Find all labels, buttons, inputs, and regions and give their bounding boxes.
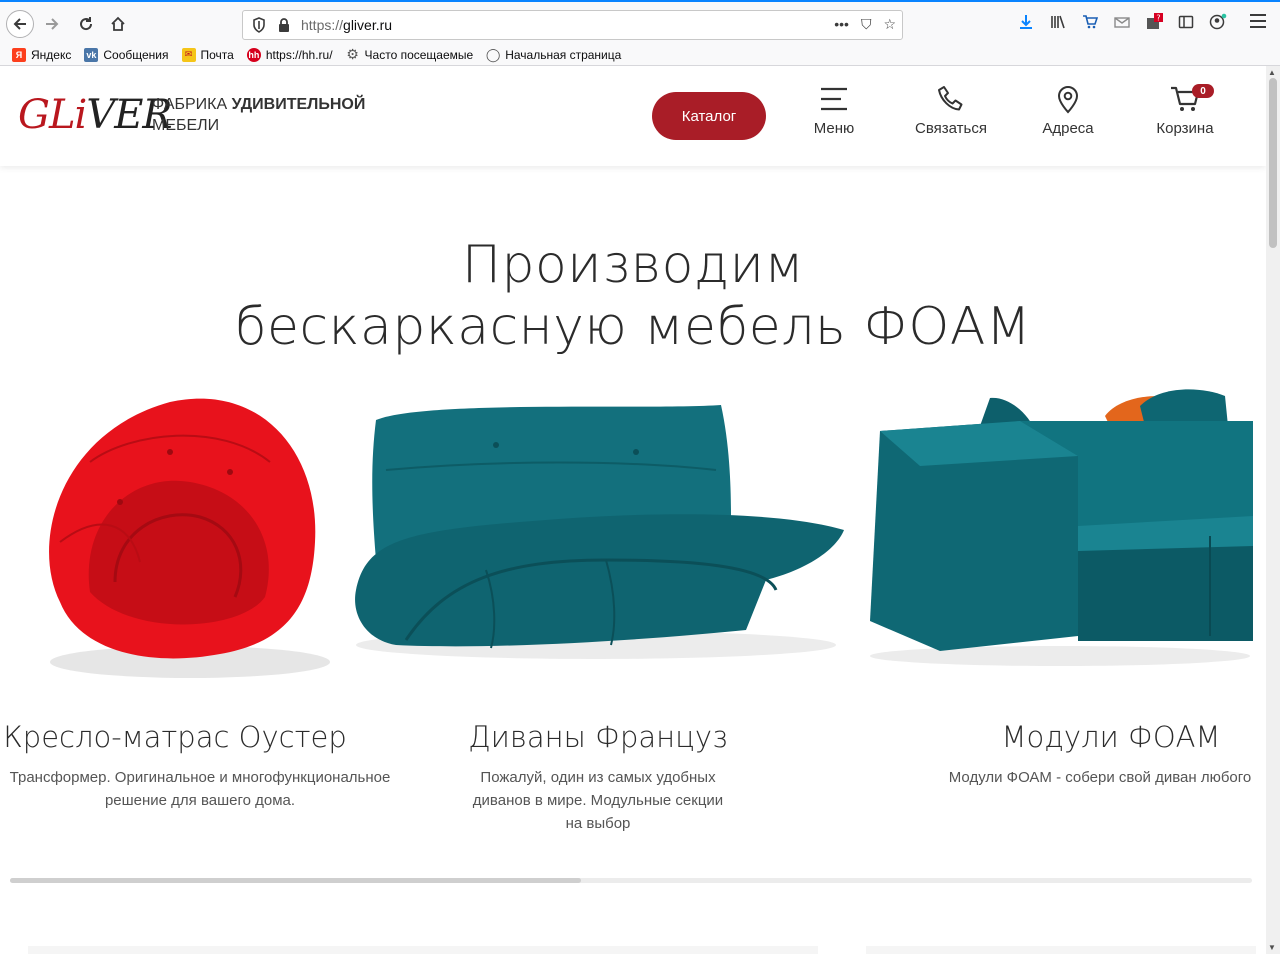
- nav-menu[interactable]: Меню: [789, 84, 879, 137]
- shopping-cart-icon[interactable]: [1080, 12, 1100, 32]
- url-text[interactable]: https://gliver.ru: [301, 17, 392, 33]
- bookmark-vk[interactable]: vk Сообщения: [84, 47, 169, 62]
- home-button[interactable]: [104, 10, 132, 38]
- back-button[interactable]: [6, 10, 34, 38]
- bookmark-mail[interactable]: ✉ Почта: [181, 47, 234, 62]
- card-desc-sofa: Пожалуй, один из самых удобных диванов в…: [472, 769, 724, 832]
- scroll-down-arrow-icon[interactable]: ▼: [1268, 943, 1276, 952]
- gliver-logo[interactable]: GLiVER: [18, 92, 173, 138]
- home-icon: [111, 16, 125, 31]
- reader-sidebar-icon[interactable]: [1176, 12, 1196, 32]
- bookmark-start-page[interactable]: ◯ Начальная страница: [485, 46, 621, 62]
- app-menu-icon[interactable]: [1250, 14, 1266, 32]
- reload-icon: [80, 17, 93, 31]
- bookmark-star-icon[interactable]: ☆: [883, 16, 896, 33]
- carousel-scrollbar[interactable]: [10, 878, 1252, 883]
- reload-button[interactable]: [72, 10, 100, 38]
- card-title-modules[interactable]: Модули ФОАМ: [936, 720, 1266, 754]
- arrow-left-icon: [13, 18, 26, 30]
- location-icon: [1057, 86, 1079, 114]
- yandex-icon: Я: [12, 47, 26, 62]
- bookmark-hh[interactable]: hh https://hh.ru/: [246, 47, 333, 62]
- next-section-card: [866, 946, 1256, 954]
- card-desc-chair: Трансформер. Оригинальное и многофункцио…: [9, 769, 391, 809]
- library-icon[interactable]: [1048, 12, 1068, 32]
- page-viewport: GLiVER Фабрика удивительной мебели Катал…: [0, 66, 1266, 954]
- red-chair-image[interactable]: [20, 392, 340, 692]
- browser-toolbar: https://gliver.ru ••• ⛉ ☆ ?: [0, 0, 1280, 44]
- mail-icon: ✉: [181, 47, 196, 62]
- card-title-chair[interactable]: Кресло-матрас Оустер: [0, 720, 350, 754]
- account-icon[interactable]: [1208, 12, 1228, 32]
- card-title-sofa[interactable]: Диваны Француз: [423, 720, 773, 754]
- page-scrollbar-thumb[interactable]: [1269, 78, 1277, 248]
- page-actions-icon[interactable]: •••: [834, 16, 849, 33]
- svg-text:?: ?: [1156, 14, 1160, 23]
- site-header: GLiVER Фабрика удивительной мебели Катал…: [0, 66, 1266, 166]
- hh-icon: hh: [246, 47, 261, 62]
- download-icon[interactable]: [1016, 12, 1036, 32]
- arrow-right-icon: [46, 18, 59, 30]
- menu-icon: [821, 87, 847, 111]
- tagline: Фабрика удивительной мебели: [152, 96, 366, 134]
- scroll-up-arrow-icon[interactable]: ▲: [1268, 68, 1276, 77]
- phone-icon: [938, 86, 963, 111]
- bookmark-most-visited[interactable]: ⚙ Часто посещаемые: [346, 46, 473, 62]
- tracking-shield-icon[interactable]: [252, 17, 266, 33]
- extension-icon[interactable]: ?: [1144, 12, 1164, 32]
- vk-icon: vk: [84, 47, 99, 62]
- carousel-scrollbar-thumb[interactable]: [10, 878, 581, 883]
- nav-contact[interactable]: Связаться: [906, 84, 996, 137]
- envelope-icon[interactable]: [1112, 12, 1132, 32]
- lock-icon[interactable]: [277, 17, 291, 33]
- address-bar[interactable]: https://gliver.ru ••• ⛉ ☆: [242, 10, 903, 40]
- teal-module-sofa-image[interactable]: [860, 376, 1253, 666]
- bookmark-yandex[interactable]: Я Яндекс: [12, 47, 71, 62]
- pocket-icon[interactable]: ⛉: [861, 16, 872, 33]
- forward-button[interactable]: [38, 10, 66, 38]
- globe-icon: ◯: [485, 46, 501, 62]
- cart-count-badge: 0: [1192, 84, 1214, 98]
- gear-icon: ⚙: [346, 46, 359, 62]
- card-desc-modules: Модули ФОАМ - собери свой диван любого: [948, 769, 1252, 786]
- page-scrollbar[interactable]: ▲ ▼: [1266, 66, 1280, 954]
- teal-sofa-image[interactable]: [346, 400, 846, 660]
- nav-addresses[interactable]: Адреса: [1023, 84, 1113, 137]
- bookmarks-bar: Я Яндекс vk Сообщения ✉ Почта hh https://hh.…: [0, 44, 1280, 66]
- next-section-card: [28, 946, 818, 954]
- nav-cart[interactable]: Корзина 0: [1140, 84, 1230, 137]
- hero-heading: Производим бескаркасную мебель ФОАМ: [234, 235, 1032, 357]
- catalog-button[interactable]: Каталог: [652, 92, 766, 140]
